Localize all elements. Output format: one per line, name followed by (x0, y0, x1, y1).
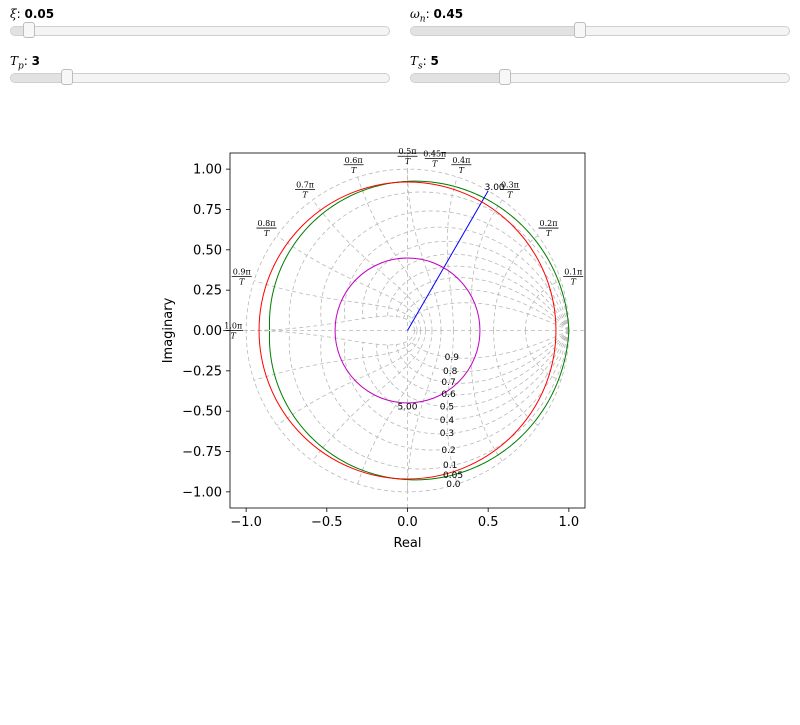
natfreq-label-5-denominator: T (351, 166, 357, 175)
natfreq-label-1-denominator: T (546, 229, 552, 238)
damping-label-7: 0.6 (441, 390, 456, 400)
natfreq-label-3-denominator: T (459, 166, 465, 175)
y-tick-label-0: 1.00 (193, 163, 222, 178)
damping-label-1: 0.05 (443, 471, 463, 481)
x-axis-label: Real (393, 536, 421, 551)
y-tick-label-7: −0.75 (182, 445, 222, 460)
natfreq-label-0-numerator: 0.1π (564, 268, 582, 277)
natfreq-label-0-denominator: T (571, 278, 577, 287)
natfreq-label-1-numerator: 0.2π (539, 219, 557, 228)
natfreq-label-5-numerator: 0.6π (345, 156, 363, 165)
natfreq-label-2-denominator: T (507, 191, 513, 200)
y-tick-label-6: −0.50 (182, 405, 222, 420)
annotation-label-1: 5.00 (397, 402, 417, 412)
natfreq-label-9-numerator: 1.0π (224, 322, 242, 331)
natfreq-label-3-numerator: 0.4π (452, 156, 470, 165)
x-tick-label-4: 1.0 (559, 515, 580, 530)
y-tick-label-8: −1.00 (182, 485, 222, 500)
natfreq-label-4-numerator: 0.5π (399, 147, 417, 156)
natfreq-label-6-numerator: 0.7π (296, 181, 314, 190)
x-tick-label-0: −1.0 (230, 515, 262, 530)
x-tick-label-2: 0.0 (397, 515, 418, 530)
damping-label-5: 0.4 (440, 416, 455, 426)
y-tick-label-4: 0.00 (193, 324, 222, 339)
y-tick-label-5: −0.25 (182, 364, 222, 379)
natfreq-label-8-numerator: 0.9π (233, 268, 251, 277)
damping-label-6: 0.5 (440, 402, 454, 412)
damping-label-0: 0.0 (446, 480, 461, 490)
natfreq-label-7-denominator: T (264, 229, 270, 238)
natfreq-label-9-denominator: T (231, 332, 237, 341)
natfreq-label-7-numerator: 0.8π (258, 219, 276, 228)
natfreq-label-2-numerator: 0.3π (501, 181, 519, 190)
pole-zero-plot: 0.00.050.10.20.30.40.50.60.70.80.93.005.… (161, 147, 586, 551)
natfreq-label-extra-numerator: 0.45π (423, 149, 446, 158)
y-tick-label-2: 0.50 (193, 243, 222, 258)
x-tick-label-3: 0.5 (478, 515, 499, 530)
x-tick-label-1: −0.5 (311, 515, 343, 530)
y-tick-label-3: 0.25 (193, 284, 222, 299)
natfreq-label-8-denominator: T (239, 278, 245, 287)
y-axis-label: Imaginary (161, 297, 176, 363)
natfreq-label-extra-denominator: T (432, 159, 438, 168)
damping-label-9: 0.8 (443, 367, 458, 377)
damping-label-8: 0.7 (441, 378, 455, 388)
damping-label-10: 0.9 (445, 353, 460, 363)
damping-label-2: 0.1 (443, 461, 457, 471)
natfreq-label-4-denominator: T (405, 157, 411, 166)
damping-label-3: 0.2 (441, 446, 455, 456)
natfreq-label-6-denominator: T (302, 191, 308, 200)
y-tick-label-1: 0.75 (193, 203, 222, 218)
damping-label-4: 0.3 (440, 429, 454, 439)
